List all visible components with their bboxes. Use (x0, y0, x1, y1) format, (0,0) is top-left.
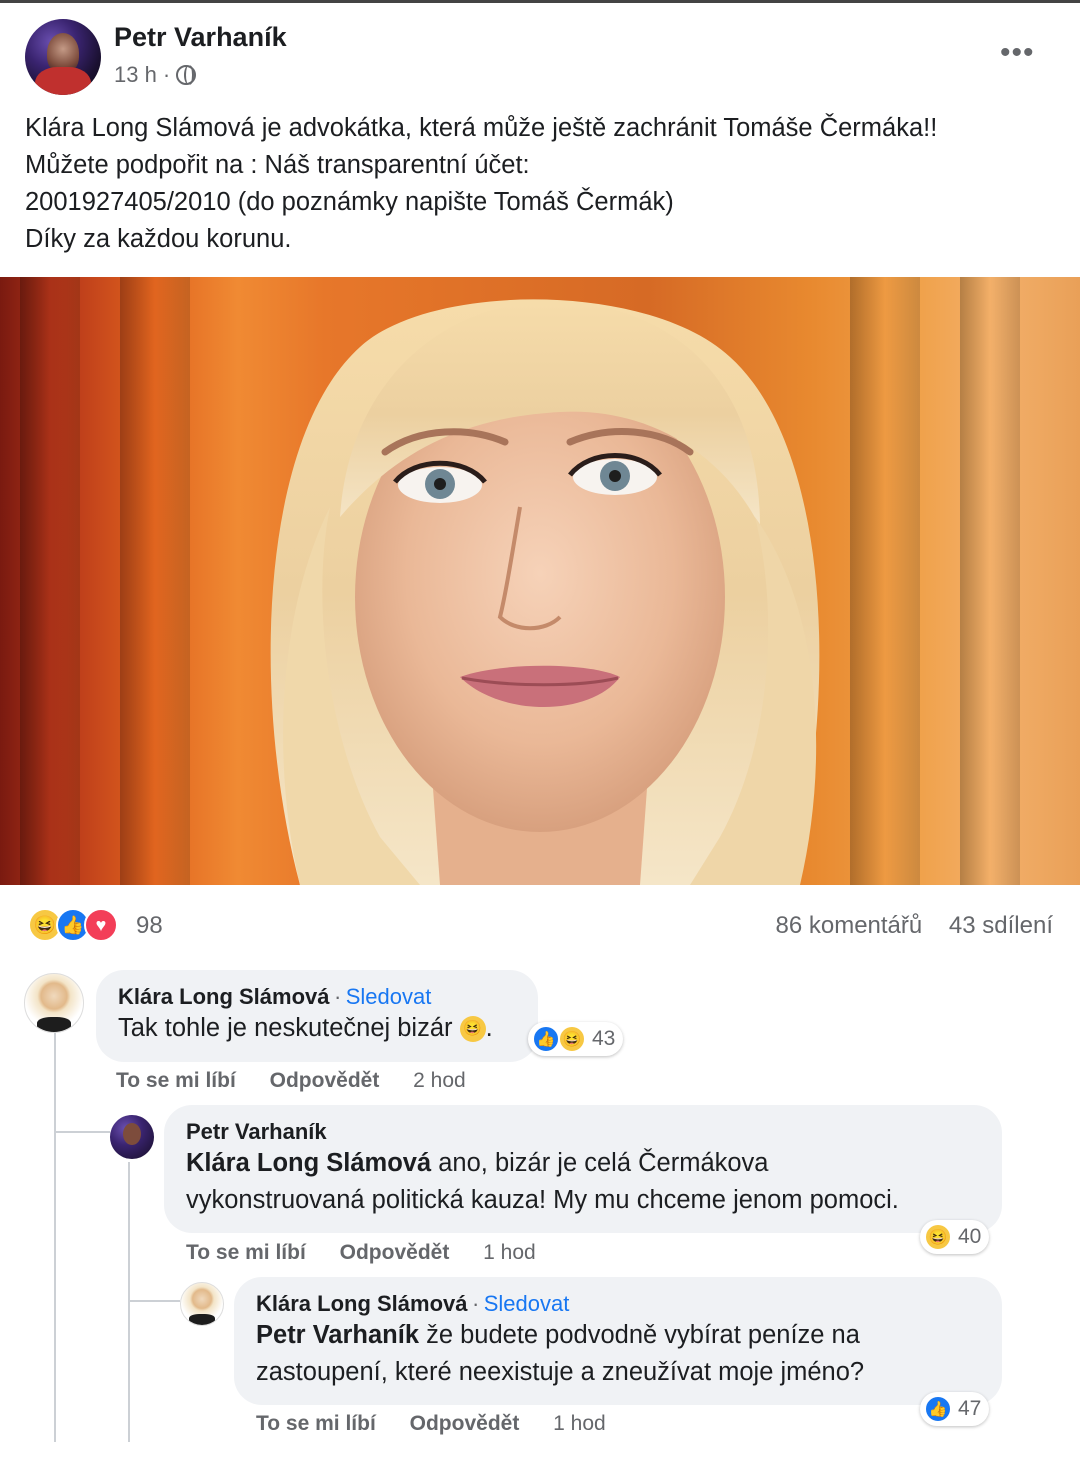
comment-bubble: Klára Long Slámová · Sledovat Petr Varha… (234, 1277, 1002, 1405)
post-photo[interactable] (0, 277, 1080, 885)
top-border (0, 0, 1080, 3)
post-stats: 86 komentářů 43 sdílení (775, 912, 1053, 940)
comment-text: že budete podvodně vybírat peníze na (419, 1321, 860, 1349)
post-text-line: Můžete podpořit na : Náš transparentní ú… (25, 151, 530, 179)
comment-time[interactable]: 2 hod (413, 1069, 466, 1092)
separator-dot: · (471, 1291, 480, 1316)
commenter-avatar[interactable] (110, 1115, 154, 1159)
thread-line (128, 1300, 180, 1302)
comment-reactions[interactable]: 👍 47 (920, 1392, 990, 1426)
like-comment-button[interactable]: To se mi líbí (186, 1241, 306, 1264)
portrait-illustration (20, 277, 1020, 885)
mention-link[interactable]: Petr Varhaník (256, 1321, 419, 1349)
comment-author[interactable]: Klára Long Slámová (256, 1291, 468, 1316)
thread-line (54, 1032, 56, 1442)
follow-link[interactable]: Sledovat (346, 984, 432, 1009)
author-avatar[interactable] (25, 19, 101, 95)
reaction-count[interactable]: 98 (136, 912, 163, 940)
comment-text: zastoupení, které neexistuje a zneužívat… (256, 1358, 865, 1386)
comment-reactions[interactable]: 👍 😆 43 (528, 1022, 624, 1056)
comment-actions: To se mi líbí Odpovědět 2 hod (116, 1069, 494, 1093)
post-text-line: Klára Long Slámová je advokátka, která m… (25, 114, 938, 142)
post-meta: 13 h · (114, 62, 197, 88)
like-comment-button[interactable]: To se mi líbí (256, 1412, 376, 1435)
commenter-avatar[interactable] (180, 1282, 224, 1326)
comment-author[interactable]: Petr Varhaník (186, 1119, 980, 1145)
comment-time[interactable]: 1 hod (553, 1412, 606, 1435)
post-text-line: 2001927405/2010 (do poznámky napište Tom… (25, 188, 674, 216)
haha-icon: 😆 (558, 1025, 586, 1053)
comment-text: vykonstruovaná politická kauza! My mu ch… (186, 1186, 899, 1214)
mention-link[interactable]: Klára Long Slámová (186, 1149, 431, 1177)
reply-button[interactable]: Odpovědět (270, 1069, 380, 1092)
separator-dot: · (333, 984, 342, 1009)
reply-button[interactable]: Odpovědět (340, 1241, 450, 1264)
comment-reaction-count: 40 (958, 1225, 982, 1248)
comment-text: Tak tohle je neskutečnej bizár (118, 1014, 453, 1042)
comment-text: ano, bizár je celá Čermákova (431, 1149, 769, 1177)
like-comment-button[interactable]: To se mi líbí (116, 1069, 236, 1092)
comment-author[interactable]: Klára Long Slámová (118, 984, 330, 1009)
love-icon: ♥ (84, 908, 118, 942)
comment-reactions[interactable]: 😆 40 (920, 1220, 990, 1254)
comment-reaction-count: 47 (958, 1397, 982, 1420)
thread-line (54, 1131, 110, 1133)
globe-icon (176, 65, 197, 85)
comment-bubble: Klára Long Slámová · Sledovat Tak tohle … (96, 970, 538, 1062)
post-author-name[interactable]: Petr Varhaník (114, 22, 287, 53)
commenter-avatar[interactable] (24, 973, 84, 1033)
shares-count[interactable]: 43 sdílení (949, 912, 1053, 939)
post-text: Klára Long Slámová je advokátka, která m… (25, 110, 1055, 258)
laughing-emoji-icon: 😆 (459, 1016, 486, 1043)
like-icon: 👍 (532, 1025, 560, 1053)
comment-reaction-count: 43 (592, 1027, 616, 1050)
thread-line (128, 1162, 130, 1442)
comment-actions: To se mi líbí Odpovědět 1 hod (256, 1412, 634, 1436)
post-reactions[interactable]: 😆 👍 ♥ (28, 908, 118, 944)
follow-link[interactable]: Sledovat (484, 1291, 570, 1316)
haha-icon: 😆 (924, 1223, 952, 1251)
comment-bubble: Petr Varhaník Klára Long Slámová ano, bi… (164, 1105, 1002, 1233)
comment-time[interactable]: 1 hod (483, 1241, 536, 1264)
more-options-button[interactable]: ••• (1000, 38, 1035, 68)
comments-count[interactable]: 86 komentářů (775, 912, 922, 939)
comment-actions: To se mi líbí Odpovědět 1 hod (186, 1241, 564, 1265)
post-time[interactable]: 13 h · (114, 62, 170, 88)
post-text-line: Díky za každou korunu. (25, 225, 292, 253)
reply-button[interactable]: Odpovědět (410, 1412, 520, 1435)
like-icon: 👍 (924, 1395, 952, 1423)
